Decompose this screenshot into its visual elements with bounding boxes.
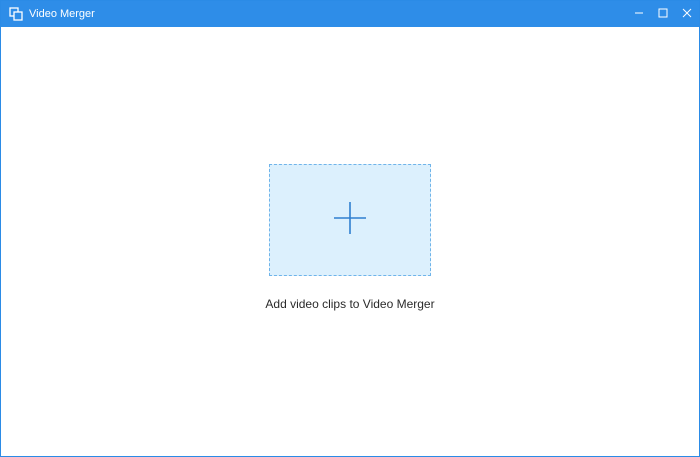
video-merger-app-icon [9, 7, 23, 21]
minimize-button[interactable] [627, 1, 651, 27]
close-button[interactable] [675, 1, 699, 27]
window-title: Video Merger [29, 8, 95, 20]
add-video-dropzone[interactable] [269, 164, 431, 276]
minimize-icon [634, 5, 644, 23]
main-content: Add video clips to Video Merger [1, 27, 699, 456]
title-bar[interactable]: Video Merger [1, 1, 699, 27]
add-video-hint: Add video clips to Video Merger [265, 297, 435, 311]
maximize-button[interactable] [651, 1, 675, 27]
plus-icon [332, 200, 368, 241]
window-controls [627, 1, 699, 27]
close-icon [682, 5, 692, 23]
app-window: Video Merger Add video clips to Video Me… [0, 0, 700, 457]
maximize-icon [658, 5, 668, 23]
